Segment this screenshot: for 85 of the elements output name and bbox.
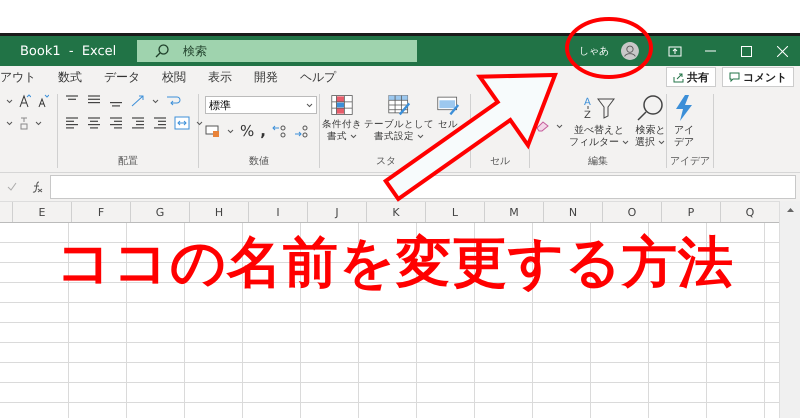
cell-grid[interactable]: [0, 223, 779, 418]
ribbon-tab[interactable]: 表示: [208, 68, 232, 86]
ribbon-tab[interactable]: ヘルプ: [300, 68, 336, 86]
caret-icon: [35, 120, 42, 126]
share-button[interactable]: 共有: [666, 67, 716, 87]
eraser-icon[interactable]: [536, 120, 550, 132]
decimal-decrease-icon[interactable]: [294, 124, 310, 138]
column-header[interactable]: J: [307, 202, 366, 222]
window-title: Book1 - Excel: [20, 44, 118, 58]
avatar-icon[interactable]: [620, 41, 639, 61]
sort-button[interactable]: A Z 並べ替えと フィルター: [569, 94, 630, 149]
close-icon: [776, 46, 788, 56]
caret-icon: [306, 102, 313, 108]
ribbon-tab[interactable]: 開発: [254, 68, 278, 86]
function-icon[interactable]: [31, 181, 43, 193]
column-header[interactable]: H: [189, 202, 248, 222]
decimal-increase-icon[interactable]: [272, 124, 288, 138]
minimize-icon: [704, 50, 716, 52]
column-header[interactable]: M: [484, 202, 543, 222]
ribbon-tab[interactable]: データ: [104, 68, 140, 86]
search-icon: [636, 94, 664, 122]
maximize-icon: [740, 46, 752, 56]
conditional-button[interactable]: 条件付き 書式: [322, 94, 362, 143]
ribbon-tab[interactable]: 校閲: [162, 68, 186, 86]
comma-button[interactable]: ,: [260, 122, 266, 140]
annotation-caption: ココの名前を変更する方法: [56, 229, 734, 296]
caret-icon: [227, 128, 234, 134]
align-left-icon[interactable]: [64, 116, 80, 130]
column-header[interactable]: I: [248, 202, 307, 222]
merge-cells-icon[interactable]: [174, 116, 190, 130]
font-grow-icon[interactable]: [19, 94, 31, 108]
find-button[interactable]: 検索と 選択: [635, 94, 666, 149]
ribbon-tab[interactable]: アウト: [0, 68, 36, 86]
group-label: 編集: [588, 155, 608, 168]
align-center-icon[interactable]: [86, 116, 102, 130]
caret-icon: [658, 140, 666, 145]
group-label: セル: [490, 155, 510, 168]
number-format-dropdown[interactable]: 標準: [205, 96, 317, 114]
column-header[interactable]: L: [425, 202, 484, 222]
column-header[interactable]: G: [130, 202, 189, 222]
percent-button[interactable]: %: [240, 122, 254, 140]
currency-icon[interactable]: [205, 124, 221, 138]
user-name[interactable]: しゃあ: [578, 44, 609, 58]
share-icon: [673, 72, 684, 82]
caret-icon: [417, 134, 424, 139]
group-label: 数値: [249, 155, 269, 168]
check-icon[interactable]: [7, 182, 17, 192]
group-label: アイデア: [670, 155, 710, 168]
align-right-icon[interactable]: [108, 116, 124, 130]
table-button[interactable]: テーブルとして 書式設定: [364, 94, 434, 143]
caret-icon: [622, 140, 630, 145]
search-field[interactable]: 検索: [136, 40, 417, 62]
group-label: スタ: [376, 155, 396, 168]
comment-icon: [729, 72, 740, 82]
column-header[interactable]: N: [543, 202, 602, 222]
ribbon-tab[interactable]: 数式: [58, 68, 82, 86]
ribbon-display-icon: [668, 46, 682, 56]
orientation-icon[interactable]: [130, 94, 146, 108]
caret-icon: [6, 120, 13, 126]
caret-icon: [350, 134, 358, 139]
table-icon: [386, 94, 412, 116]
column-header[interactable]: F: [71, 202, 130, 222]
column-header[interactable]: O: [602, 202, 661, 222]
cell-style-button[interactable]: セル: [436, 94, 460, 131]
indent-decrease-icon[interactable]: [130, 116, 146, 130]
caret-icon: [6, 98, 13, 104]
phonetic-icon[interactable]: [19, 116, 29, 130]
font-shrink-icon[interactable]: [37, 94, 49, 108]
caret-icon: [196, 120, 203, 126]
cell-style-icon: [436, 94, 460, 116]
formula-field[interactable]: [50, 175, 796, 199]
column-header[interactable]: E: [12, 202, 71, 222]
scroll-up-icon[interactable]: [786, 207, 794, 213]
indent-increase-icon[interactable]: [152, 116, 168, 130]
search-icon: [154, 44, 169, 58]
wrap-text-icon[interactable]: [165, 94, 181, 108]
comment-button[interactable]: コメント: [722, 67, 794, 87]
column-header[interactable]: P: [661, 202, 720, 222]
ideas-button[interactable]: アイ デア: [673, 94, 695, 149]
caret-icon: [152, 98, 159, 104]
caret-icon: [556, 124, 563, 128]
column-header[interactable]: K: [366, 202, 425, 222]
group-label: 配置: [118, 154, 138, 168]
lightning-icon: [673, 94, 695, 122]
grid-icon: [329, 94, 355, 116]
